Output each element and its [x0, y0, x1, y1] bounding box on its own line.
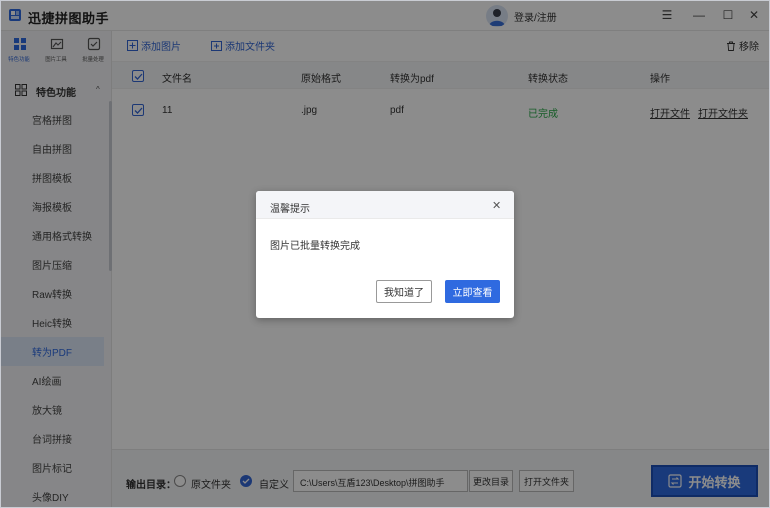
dialog-header: 温馨提示 ✕ — [256, 191, 514, 219]
got-it-button[interactable]: 我知道了 — [376, 280, 432, 303]
app-window: 迅捷拼图助手 登录/注册 ☰ — ☐ ✕ 特色功能 图片工具 批量处理 特色功能… — [0, 0, 770, 508]
view-now-button[interactable]: 立即查看 — [445, 280, 500, 303]
dialog-close-icon[interactable]: ✕ — [492, 199, 501, 212]
dialog-title: 温馨提示 — [270, 204, 310, 215]
notice-dialog: 温馨提示 ✕ 图片已批量转换完成 我知道了 立即查看 — [256, 191, 514, 318]
dialog-message: 图片已批量转换完成 — [270, 241, 360, 252]
